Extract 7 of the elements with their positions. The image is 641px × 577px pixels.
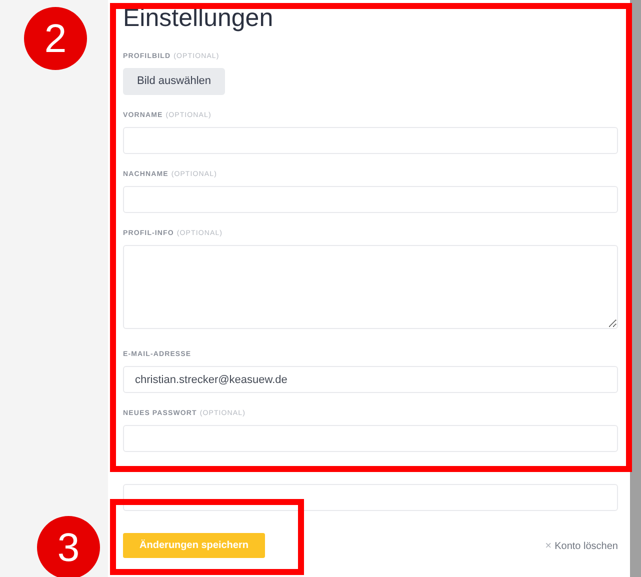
- choose-image-button[interactable]: Bild auswählen: [123, 68, 225, 95]
- text-field[interactable]: [123, 484, 618, 511]
- page-title: Einstellungen: [123, 3, 274, 34]
- delete-account-link[interactable]: × Konto löschen: [545, 538, 618, 554]
- profile-info-field[interactable]: [123, 245, 618, 329]
- text-field[interactable]: christian.strecker@keasuew.de: [123, 366, 618, 393]
- close-icon: ×: [545, 538, 552, 554]
